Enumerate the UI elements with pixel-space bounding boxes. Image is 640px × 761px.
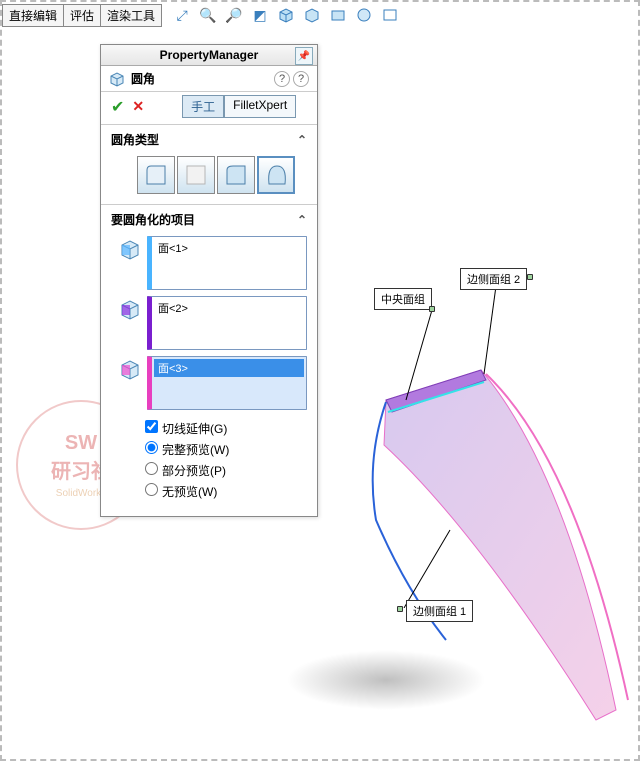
face-set3-list[interactable]: 面<3> — [147, 356, 307, 410]
face-set2-list[interactable]: 面<2> — [147, 296, 307, 350]
collapse-icon[interactable]: ⌃ — [297, 133, 307, 147]
property-manager-panel: PropertyManager 📌 圆角 ? ? ✔ ✕ 手工 FilletXp… — [100, 44, 318, 517]
panel-title: PropertyManager 📌 — [101, 45, 317, 66]
type-full-round[interactable] — [257, 156, 295, 194]
view-orient-icon[interactable] — [277, 6, 295, 24]
command-tabs: 直接编辑 评估 渲染工具 ⤢ 🔍 🔎 ◩ — [2, 2, 399, 28]
callout-side2[interactable]: 边侧面组 2 — [460, 268, 527, 290]
opt-tangent[interactable]: 切线延伸(G) — [145, 418, 307, 439]
face-set1-icon — [119, 238, 141, 260]
ground-shadow — [286, 650, 486, 710]
display-style-icon[interactable] — [303, 6, 321, 24]
pin-icon[interactable]: 📌 — [295, 47, 313, 65]
opt-full-preview[interactable]: 完整预览(W) — [145, 439, 307, 460]
section-items: 要圆角化的项目 — [111, 211, 195, 228]
tab-render-tools[interactable]: 渲染工具 — [100, 4, 162, 27]
tab-direct-edit[interactable]: 直接编辑 — [2, 4, 64, 27]
opt-no-preview[interactable]: 无预览(W) — [145, 481, 307, 502]
face-set1-list[interactable]: 面<1> — [147, 236, 307, 290]
appearance-icon[interactable] — [355, 6, 373, 24]
zoom-area-icon[interactable]: 🔍 — [199, 6, 217, 24]
type-variable[interactable] — [177, 156, 215, 194]
tab-evaluate[interactable]: 评估 — [63, 4, 101, 27]
opt-partial-preview[interactable]: 部分预览(P) — [145, 460, 307, 481]
mode-filletxpert[interactable]: FilletXpert — [224, 95, 296, 118]
face-set3-icon — [119, 358, 141, 380]
ok-button[interactable]: ✔ — [111, 97, 124, 117]
mode-manual[interactable]: 手工 — [182, 95, 224, 118]
callout-side1[interactable]: 边侧面组 1 — [406, 600, 473, 622]
section-view-icon[interactable]: ◩ — [251, 6, 269, 24]
callout-center[interactable]: 中央面组 — [374, 288, 432, 310]
section-fillet-type: 圆角类型 — [111, 131, 159, 148]
type-face[interactable] — [217, 156, 255, 194]
feature-icon — [109, 71, 125, 87]
hide-show-icon[interactable] — [329, 6, 347, 24]
fillet-type-options — [101, 152, 317, 204]
feature-name: 圆角 — [131, 70, 271, 87]
help-icon[interactable]: ? — [274, 71, 290, 87]
zoom-fit-icon[interactable]: ⤢ — [173, 6, 191, 24]
scene-icon[interactable] — [381, 6, 399, 24]
help2-icon[interactable]: ? — [293, 71, 309, 87]
face-set2-icon — [119, 298, 141, 320]
collapse2-icon[interactable]: ⌃ — [297, 213, 307, 227]
cancel-button[interactable]: ✕ — [132, 98, 144, 115]
type-constant[interactable] — [137, 156, 175, 194]
zoom-prev-icon[interactable]: 🔎 — [225, 6, 243, 24]
